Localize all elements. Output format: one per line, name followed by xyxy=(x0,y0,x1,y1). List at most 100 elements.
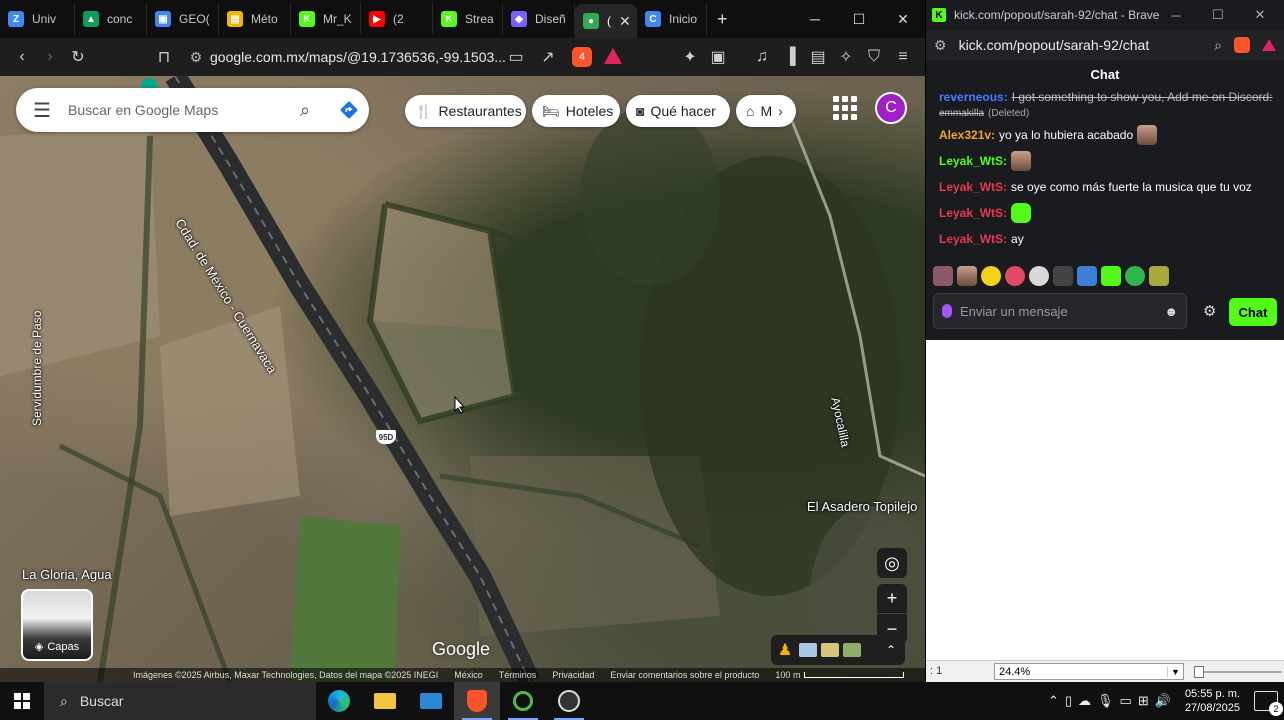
obs-app-icon[interactable] xyxy=(546,682,592,720)
kick-maximize-button[interactable]: ☐ xyxy=(1198,0,1238,30)
menu-icon[interactable]: ≡ xyxy=(889,43,917,71)
search-input[interactable] xyxy=(68,102,281,118)
back-button[interactable]: ‹ xyxy=(8,43,36,71)
brave-rewards-icon[interactable] xyxy=(604,48,622,64)
emote-icon[interactable] xyxy=(1101,266,1121,286)
send-chat-button[interactable]: Chat xyxy=(1229,298,1277,326)
browser-tab[interactable]: K Mr_K xyxy=(291,4,361,34)
clock[interactable]: 05:55 p. m. 27/08/2025 xyxy=(1185,687,1240,715)
reload-button[interactable]: ↻ xyxy=(64,43,92,71)
maximize-button[interactable]: ☐ xyxy=(837,0,881,38)
emote-icon[interactable] xyxy=(957,266,977,286)
forward-button[interactable]: › xyxy=(36,43,64,71)
chip-que-hacer[interactable]: ◙ Qué hacer xyxy=(626,95,730,127)
new-tab-button[interactable]: + xyxy=(707,9,738,30)
qlik-app-icon[interactable] xyxy=(500,682,546,720)
extensions-icon[interactable]: ✦ xyxy=(676,43,704,71)
mic-icon[interactable]: 🎙 xyxy=(1097,693,1114,709)
emote-icon[interactable] xyxy=(933,266,953,286)
chevron-down-icon[interactable]: ▼ xyxy=(1167,666,1183,677)
emoji-icon[interactable]: ☻ xyxy=(1164,304,1178,319)
emote-icon[interactable] xyxy=(1029,266,1049,286)
browser-tab[interactable]: ▤ Méto xyxy=(219,4,291,34)
edge-app-icon[interactable] xyxy=(316,682,362,720)
directions-icon[interactable] xyxy=(329,88,369,132)
chip-hoteles[interactable]: 🛏 Hoteles xyxy=(532,95,620,127)
google-apps-icon[interactable] xyxy=(833,96,857,120)
emote-icon[interactable] xyxy=(1077,266,1097,286)
chat-message-input[interactable] xyxy=(960,303,1157,319)
layers-button[interactable]: ◈ Capas xyxy=(21,589,93,661)
kick-address-bar[interactable]: ⚙ kick.com/popout/sarah-92/chat ⌕ xyxy=(926,30,1284,60)
place-label-asadero[interactable]: El Asadero Topilejo xyxy=(807,499,917,514)
menu-icon[interactable]: ☰ xyxy=(16,98,68,123)
chevron-right-icon[interactable]: › xyxy=(778,103,783,119)
expand-up-icon[interactable]: ⌃ xyxy=(881,643,901,657)
terms-link[interactable]: Términos xyxy=(499,670,537,680)
file-explorer-icon[interactable] xyxy=(362,682,408,720)
cast-icon[interactable]: ▭ xyxy=(502,43,530,71)
country-link[interactable]: México xyxy=(454,670,483,680)
place-label-la-gloria[interactable]: La Gloria, Agua xyxy=(22,567,112,582)
gear-icon[interactable]: ⚙ xyxy=(1203,302,1216,320)
emote-icon[interactable] xyxy=(1005,266,1025,286)
zoom-slider[interactable] xyxy=(1194,666,1282,678)
brave-rewards-icon[interactable] xyxy=(1262,39,1276,51)
media-icon[interactable]: ♫ xyxy=(748,43,776,71)
privacy-link[interactable]: Privacidad xyxy=(552,670,594,680)
browser-tab[interactable]: ▣ GEO( xyxy=(147,4,219,34)
browser-tab[interactable]: C Inicio xyxy=(637,4,707,34)
map-canvas[interactable]: Cdad. de México - Cuernavaca Ayocalilla … xyxy=(0,76,925,682)
browser-tab[interactable]: K Strea xyxy=(433,4,503,34)
kick-minimize-button[interactable]: ─ xyxy=(1156,0,1196,30)
brave-shields-icon[interactable] xyxy=(1234,37,1250,53)
browser-tab[interactable]: ▲ conc xyxy=(75,4,147,34)
search-icon[interactable]: ⌕ xyxy=(1214,37,1222,54)
layer-thumb-terrain[interactable] xyxy=(821,643,839,657)
feedback-link[interactable]: Enviar comentarios sobre el producto xyxy=(610,670,759,680)
taskbar-search[interactable]: ⌕ Buscar xyxy=(44,682,316,720)
screenshot-icon[interactable]: ▣ xyxy=(704,43,732,71)
browser-tab[interactable]: ◆ Diseñ xyxy=(503,4,575,34)
brave-app-icon[interactable] xyxy=(454,682,500,720)
emote-icon[interactable] xyxy=(1149,266,1169,286)
minimize-button[interactable]: ─ xyxy=(793,0,837,38)
brave-shields-icon[interactable]: 4 xyxy=(572,47,592,67)
chip-restaurantes[interactable]: 🍴 Restaurantes xyxy=(405,95,526,127)
volume-icon[interactable]: 🔊 xyxy=(1155,693,1171,709)
site-settings-icon[interactable]: ⚙ xyxy=(182,49,210,66)
pegman-icon[interactable]: ♟ xyxy=(775,640,795,660)
close-window-button[interactable]: ✕ xyxy=(881,0,925,38)
browser-tab[interactable]: ● (✕ xyxy=(575,4,637,38)
mail-app-icon[interactable] xyxy=(408,682,454,720)
my-location-button[interactable]: ◎ xyxy=(877,548,907,578)
layer-thumb-default[interactable] xyxy=(799,643,817,657)
browser-tab[interactable]: Z Univ xyxy=(0,4,75,34)
network-icon[interactable]: ⊞ xyxy=(1138,693,1149,709)
notifications-icon[interactable]: 2 xyxy=(1254,691,1283,716)
emote-icon[interactable] xyxy=(1053,266,1073,286)
device-icon[interactable]: ▯ xyxy=(1065,693,1072,709)
mic-icon[interactable] xyxy=(942,304,952,318)
browser-tab[interactable]: ▶ (2 xyxy=(361,4,433,34)
wallet-icon[interactable]: ▤ xyxy=(804,43,832,71)
chevron-up-icon[interactable]: ⌃ xyxy=(1048,693,1059,709)
zoom-select[interactable]: 24.4% ▼ xyxy=(994,663,1184,680)
site-settings-icon[interactable]: ⚙ xyxy=(934,37,947,54)
cloud-icon[interactable]: ☁ xyxy=(1078,693,1091,709)
chip-more[interactable]: ⌂ M › xyxy=(736,95,796,127)
close-tab-icon[interactable]: ✕ xyxy=(619,13,631,30)
emote-icon[interactable] xyxy=(1125,266,1145,286)
share-icon[interactable]: ↗ xyxy=(534,43,562,71)
kick-close-button[interactable]: ✕ xyxy=(1240,0,1280,30)
search-icon[interactable]: ⌕ xyxy=(281,100,329,121)
leo-ai-icon[interactable]: ✧ xyxy=(832,43,860,71)
emote-icon[interactable] xyxy=(981,266,1001,286)
sidebar-icon[interactable]: ▐ xyxy=(776,43,804,71)
vpn-icon[interactable]: ⛉ xyxy=(860,43,888,71)
scale-bar[interactable]: 100 m xyxy=(775,670,905,680)
display-icon[interactable]: ▭ xyxy=(1120,693,1132,709)
bookmark-icon[interactable]: ⊓ xyxy=(150,43,178,71)
avatar[interactable]: C xyxy=(875,92,907,124)
layer-thumb-satellite[interactable] xyxy=(843,643,861,657)
